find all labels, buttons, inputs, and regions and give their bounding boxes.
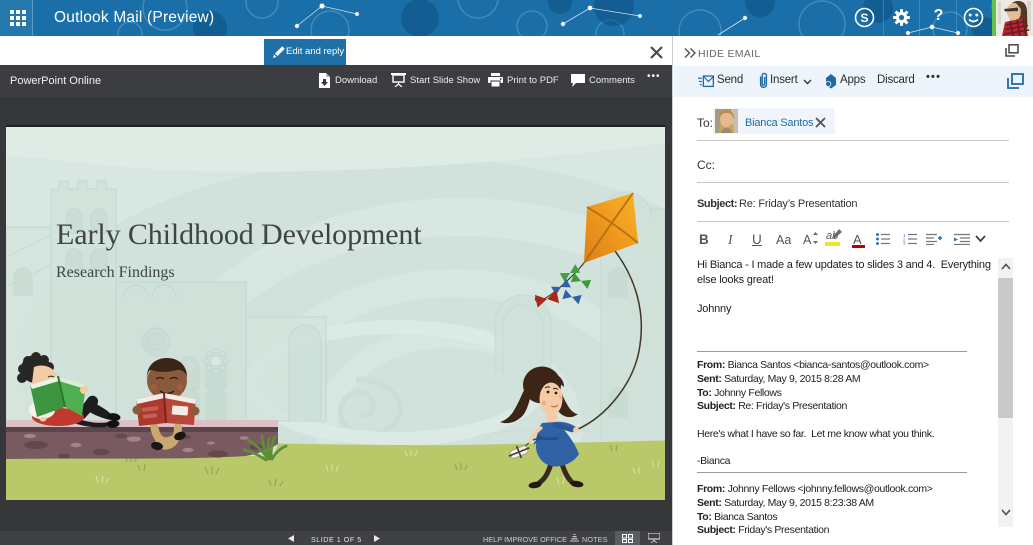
- svg-text:S: S: [860, 11, 868, 25]
- svg-text:Early Childhood Development: Early Childhood Development: [56, 218, 422, 251]
- svg-text:3: 3: [903, 242, 906, 246]
- svg-text:Research Findings: Research Findings: [56, 264, 175, 281]
